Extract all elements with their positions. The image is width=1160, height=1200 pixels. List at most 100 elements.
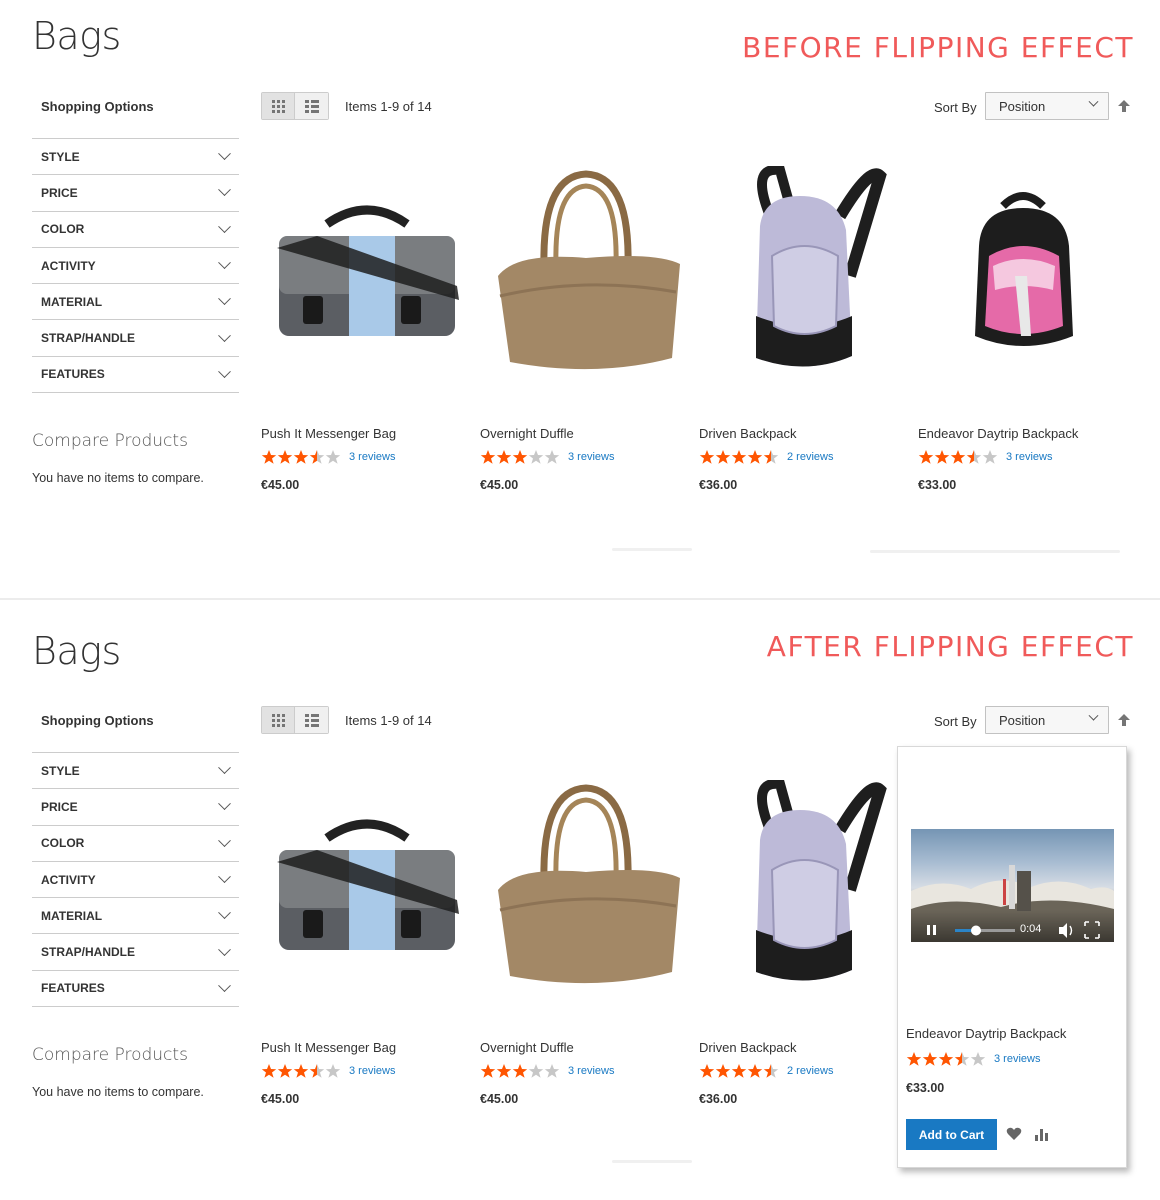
filter-color[interactable]: COLOR (32, 826, 239, 862)
product-image[interactable] (699, 158, 910, 384)
filter-list: STYLE PRICE COLOR ACTIVITY MATERIAL STRA… (32, 752, 239, 1008)
reviews-link[interactable]: 2 reviews (787, 451, 833, 463)
chevron-down-icon (218, 183, 231, 197)
list-view-button[interactable] (295, 707, 328, 733)
chevron-down-icon (1088, 710, 1099, 721)
filter-style[interactable]: STYLE (32, 753, 239, 790)
volume-icon (1059, 923, 1067, 938)
product-item: Push It Messenger Bag 3 reviews €45.00 (261, 158, 472, 492)
filter-price[interactable]: PRICE (32, 175, 239, 212)
star-empty-icon (982, 450, 998, 464)
star-full-icon (906, 1052, 922, 1066)
star-full-icon (731, 450, 747, 464)
filter-price[interactable]: PRICE (32, 789, 239, 826)
product-name[interactable]: Push It Messenger Bag (261, 426, 472, 441)
filter-features[interactable]: FEATURES (32, 357, 239, 394)
toolbar: Items 1-9 of 14 Sort By Position (261, 706, 1133, 736)
reviews-link[interactable]: 3 reviews (994, 1053, 1040, 1065)
product-price: €33.00 (918, 478, 957, 492)
compare-products-title: Compare Products (32, 1045, 188, 1066)
sort-by-label: Sort By (934, 714, 977, 729)
product-price: €36.00 (699, 1092, 738, 1106)
reviews-link[interactable]: 3 reviews (349, 451, 395, 463)
filter-label: MATERIAL (41, 294, 103, 309)
compare-bars-icon[interactable] (1034, 1127, 1050, 1141)
product-rating: 3 reviews (261, 1063, 472, 1079)
grid-view-button[interactable] (262, 93, 295, 119)
star-half-icon (763, 1064, 779, 1078)
star-empty-icon (325, 1064, 341, 1078)
product-name[interactable]: Endeavor Daytrip Backpack (918, 426, 1129, 441)
reviews-link[interactable]: 3 reviews (568, 1065, 614, 1077)
star-full-icon (950, 450, 966, 464)
star-full-icon (261, 450, 277, 464)
filter-features[interactable]: FEATURES (32, 971, 239, 1008)
rating-stars (480, 449, 560, 465)
filter-label: FEATURES (41, 367, 105, 382)
product-name[interactable]: Endeavor Daytrip Backpack (906, 1026, 1066, 1041)
faded-row-edge (870, 550, 1120, 553)
filter-label: STYLE (41, 149, 80, 164)
product-name[interactable]: Driven Backpack (699, 426, 910, 441)
filter-strap-handle[interactable]: STRAP/HANDLE (32, 320, 239, 357)
product-item: Driven Backpack 2 reviews €36.00 (699, 772, 910, 1106)
star-full-icon (747, 1064, 763, 1078)
arrow-up-icon[interactable] (1117, 98, 1131, 114)
video-time: 0:04 (1020, 923, 1042, 935)
reviews-link[interactable]: 3 reviews (1006, 451, 1052, 463)
reviews-link[interactable]: 2 reviews (787, 1065, 833, 1077)
backpack-image (755, 166, 887, 367)
heart-icon[interactable] (1006, 1127, 1022, 1141)
flipped-product-card[interactable]: 0:04 Endeavor Daytrip Backpack 3 reviews… (897, 746, 1127, 1168)
product-image[interactable] (918, 158, 1129, 384)
grid-view-button[interactable] (262, 707, 295, 733)
product-name[interactable]: Overnight Duffle (480, 426, 691, 441)
product-item: Push It Messenger Bag 3 reviews €45.00 (261, 772, 472, 1106)
filter-color[interactable]: COLOR (32, 212, 239, 248)
star-empty-icon (528, 450, 544, 464)
product-image[interactable] (261, 158, 472, 384)
filter-material[interactable]: MATERIAL (32, 898, 239, 935)
star-empty-icon (325, 450, 341, 464)
sort-select[interactable]: Position (985, 706, 1109, 734)
toolbar: Items 1-9 of 14 Sort By Position (261, 92, 1133, 122)
product-name[interactable]: Push It Messenger Bag (261, 1040, 472, 1055)
after-panel: Bags AFTER FLIPPING EFFECT Shopping Opti… (0, 600, 1160, 1200)
list-view-icon (304, 713, 319, 727)
grid-view-icon (271, 713, 285, 727)
filter-material[interactable]: MATERIAL (32, 284, 239, 321)
list-view-button[interactable] (295, 93, 328, 119)
filter-label: ACTIVITY (41, 258, 96, 273)
star-half-icon (763, 450, 779, 464)
reviews-link[interactable]: 3 reviews (568, 451, 614, 463)
product-image[interactable] (480, 158, 691, 384)
arrow-up-icon[interactable] (1117, 712, 1131, 728)
filter-strap-handle[interactable]: STRAP/HANDLE (32, 934, 239, 971)
sort-select[interactable]: Position (985, 92, 1109, 120)
filter-activity[interactable]: ACTIVITY (32, 248, 239, 285)
add-to-cart-button[interactable]: Add to Cart (906, 1119, 997, 1150)
rating-stars (906, 1051, 986, 1067)
star-half-icon (966, 450, 982, 464)
view-modes (261, 706, 329, 734)
filter-style[interactable]: STYLE (32, 139, 239, 176)
product-image[interactable] (480, 772, 691, 998)
filter-label: COLOR (41, 222, 85, 237)
product-name[interactable]: Overnight Duffle (480, 1040, 691, 1055)
video-controls-graphic (927, 921, 1100, 939)
product-name[interactable]: Driven Backpack (699, 1040, 910, 1055)
reviews-link[interactable]: 3 reviews (349, 1065, 395, 1077)
filter-activity[interactable]: ACTIVITY (32, 862, 239, 899)
product-price: €45.00 (261, 1092, 300, 1106)
messenger-bag-image (276, 205, 459, 336)
star-full-icon (922, 1052, 938, 1066)
filter-list: STYLE PRICE COLOR ACTIVITY MATERIAL STRA… (32, 138, 239, 394)
product-image[interactable] (699, 772, 910, 998)
chevron-down-icon (218, 365, 231, 378)
product-image[interactable] (261, 772, 472, 998)
product-video[interactable]: 0:04 (911, 829, 1114, 942)
chevron-down-icon (218, 328, 231, 342)
rating-stars (261, 449, 341, 465)
toolbar-amount: Items 1-9 of 14 (345, 99, 432, 114)
filter-label: STRAP/HANDLE (41, 331, 136, 346)
